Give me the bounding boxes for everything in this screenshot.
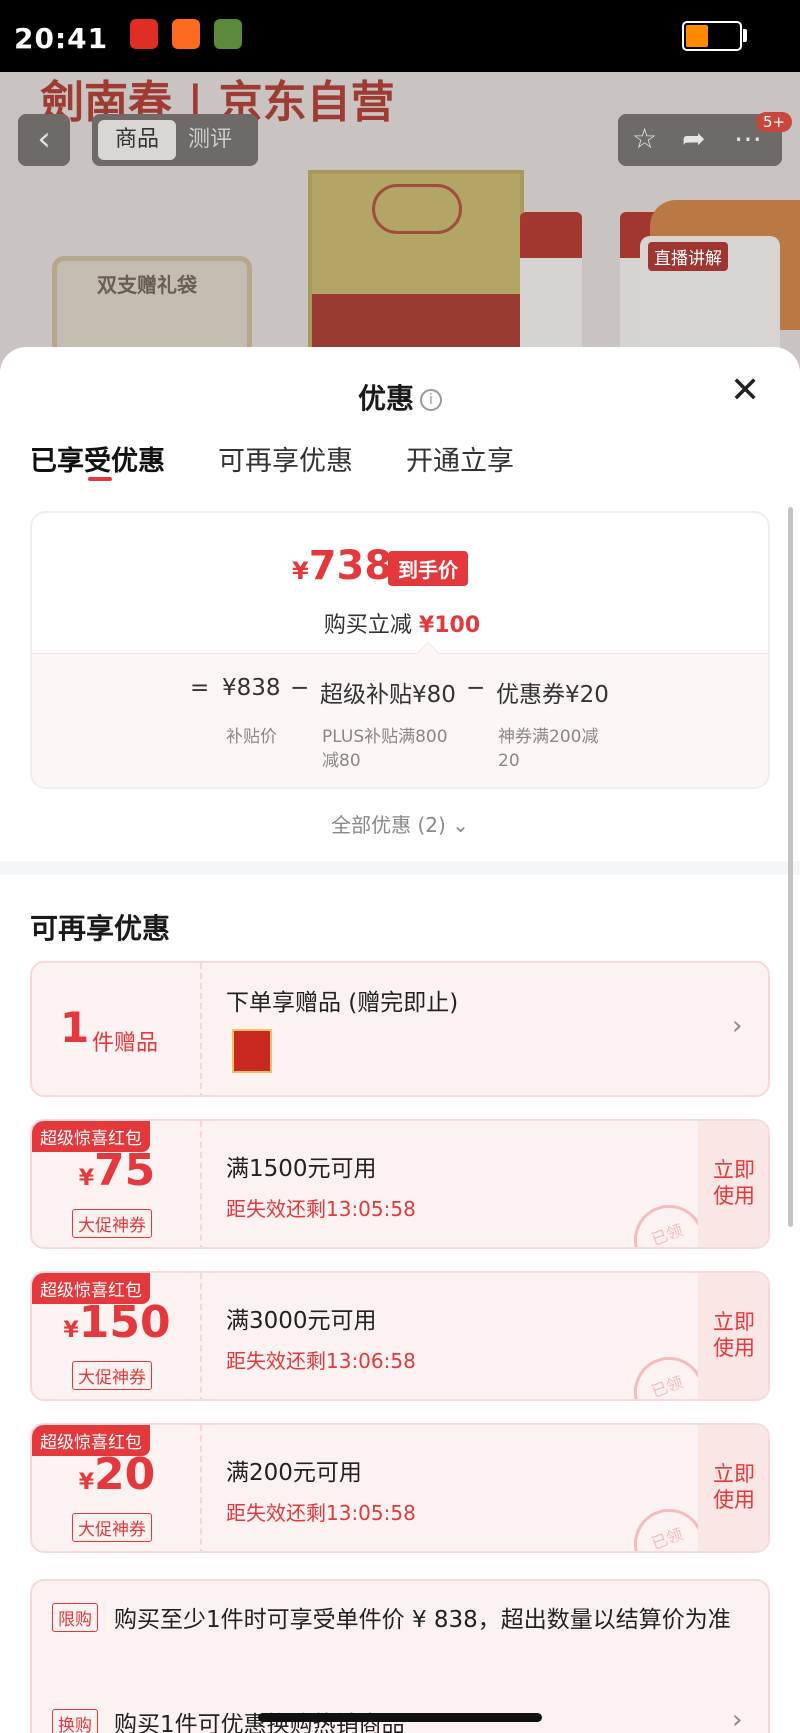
game-app-icon [214,19,242,49]
use-now-label-2: 使用 [713,1488,755,1512]
subsidy-detail-line2: 减80 [322,751,361,771]
gift-unit: 件赠品 [92,1031,159,1056]
product-box-image [308,170,524,372]
coupon-card[interactable]: 超级惊喜红包 ¥75 大促神券 满1500元可用 距失效还剩13:05:58 已… [30,1119,770,1249]
purchase-limit-card: 限购 购买至少1件时可享受单件价 ¥ 838，超出数量以结算价为准 换购 购买1… [30,1579,770,1733]
gift-title: 下单享赠品 (赠完即止) [226,990,459,1016]
final-price-tag: 到手价 [388,551,468,586]
final-price: ¥738 [292,543,393,589]
subsidy-detail-line1: PLUS补贴满800 [322,727,448,747]
use-now-button[interactable]: 立即 使用 [698,1121,768,1247]
tab-underline [88,477,112,481]
gift-left: 1 件赠品 [32,963,202,1095]
battery-icon [682,21,742,51]
coupon-timer: 距失效还剩13:05:58 [226,1197,416,1221]
equals-sign: = [190,675,210,701]
coupon-value-number: 75 [94,1145,156,1196]
scrollbar[interactable] [788,507,793,1227]
coupon-condition: 满1500元可用 [226,1156,377,1182]
use-now-label-1: 立即 [713,1158,755,1182]
battery-tip [743,29,747,42]
chevron-right-icon: › [732,1705,743,1733]
tab-more-offers[interactable]: 可再享优惠 [218,439,353,478]
status-bar: 20:41 [0,0,800,72]
coupon-card[interactable]: 超级惊喜红包 ¥150 大促神券 满3000元可用 距失效还剩13:06:58 … [30,1271,770,1401]
coupon-detail-line2: 20 [498,751,520,771]
use-now-button[interactable]: 立即 使用 [698,1425,768,1551]
status-time: 20:41 [14,22,109,55]
save-line: 购买立减 ¥100 [32,607,768,639]
use-now-label-2: 使用 [713,1336,755,1360]
coupon-condition: 满3000元可用 [226,1308,377,1334]
price-card: ¥738 到手价 购买立减 ¥100 = ¥838 补贴价 − 超级补贴¥80 … [30,511,770,789]
coupon-value: ¥20 [78,1449,156,1500]
minus-sign: − [466,675,486,701]
base-price-label: 补贴价 [226,727,277,747]
coupon-type: 大促神券 [72,1209,152,1238]
message-badge: 5+ [756,112,793,132]
all-offers-toggle[interactable]: 全部优惠 (2) ⌄ [0,809,800,838]
final-price-value: 738 [308,543,393,589]
coupon-value: ¥75 [78,1145,156,1196]
tab-activate[interactable]: 开通立享 [406,439,514,478]
coupon-value-number: 150 [78,1297,171,1348]
coupon-condition: 满200元可用 [226,1460,362,1486]
use-now-button[interactable]: 立即 使用 [698,1273,768,1399]
live-tag: 直播讲解 [648,242,728,271]
tab-review[interactable]: 测评 [188,120,232,160]
limit-tag: 限购 [52,1603,98,1632]
use-now-label-1: 立即 [713,1310,755,1334]
section-title: 可再享优惠 [30,912,171,945]
coupon-left: 超级惊喜红包 ¥20 大促神券 [32,1425,202,1551]
coupon-value-number: 20 [94,1449,156,1500]
gift-count: 1 [60,1003,90,1052]
exchange-tag: 换购 [52,1709,98,1733]
gift-thumbnail [232,1029,272,1073]
coupon-amount: 优惠券¥20 [496,682,609,708]
chevron-down-icon: ⌄ [452,813,469,837]
chevron-right-icon: › [732,1011,743,1041]
box-logo [372,184,462,234]
gift-bag-text: 双支赠礼袋 [97,273,197,297]
coupon-timer: 距失效还剩13:06:58 [226,1349,416,1373]
use-now-label-2: 使用 [713,1184,755,1208]
gift-offer[interactable]: 1 件赠品 下单享赠品 (赠完即止) › [30,961,770,1097]
coupon-left: 超级惊喜红包 ¥75 大促神券 [32,1121,202,1247]
limit-text: 购买至少1件时可享受单件价 ¥ 838，超出数量以结算价为准 [114,1607,731,1633]
price-breakdown-area [32,653,768,787]
sheet-title-text: 优惠 [357,382,414,415]
coupon-timer: 距失效还剩13:05:58 [226,1501,416,1525]
save-label: 购买立减 [323,613,412,638]
use-now-label-1: 立即 [713,1462,755,1486]
coupon-type: 大促神券 [72,1361,152,1390]
subsidy-amount: 超级补贴¥80 [320,682,456,708]
base-price: ¥838 [222,675,281,701]
coupon-detail-line1: 神券满200减 [498,727,599,747]
tab-product[interactable]: 商品 [98,120,176,160]
section-divider [0,861,800,875]
close-icon[interactable]: ✕ [730,373,760,409]
live-window[interactable]: 直播讲解 [640,236,780,356]
coupon-left: 超级惊喜红包 ¥150 大促神券 [32,1273,202,1399]
product-tabs: 商品 测评 [92,114,258,166]
coupon-type: 大促神券 [72,1513,152,1542]
home-indicator[interactable] [258,1713,542,1722]
minus-sign: − [290,675,310,701]
product-page-background: 劍南春 | 京东自营 ‹ 商品 测评 ☆ ➦ ⋯ 5+ 双支赠礼袋 直播讲解 [0,72,800,372]
save-amount: ¥100 [418,613,481,638]
coupon-card[interactable]: 超级惊喜红包 ¥20 大促神券 满200元可用 距失效还剩13:05:58 已领… [30,1423,770,1553]
discount-sheet: 优惠 i ✕ 已享受优惠 可再享优惠 开通立享 ¥738 到手价 购买立减 ¥10… [0,347,800,1733]
star-icon[interactable]: ☆ [632,122,657,155]
share-icon[interactable]: ➦ [682,122,705,155]
coupon-value: ¥150 [63,1297,171,1348]
pinduoduo-app-icon [130,19,158,49]
kuaishou-app-icon [172,19,200,49]
info-icon[interactable]: i [420,389,442,411]
back-icon[interactable]: ‹ [18,114,70,166]
sheet-title: 优惠 i [0,377,800,417]
tab-enjoyed[interactable]: 已享受优惠 [30,439,165,478]
all-offers-label: 全部优惠 (2) [331,813,446,837]
